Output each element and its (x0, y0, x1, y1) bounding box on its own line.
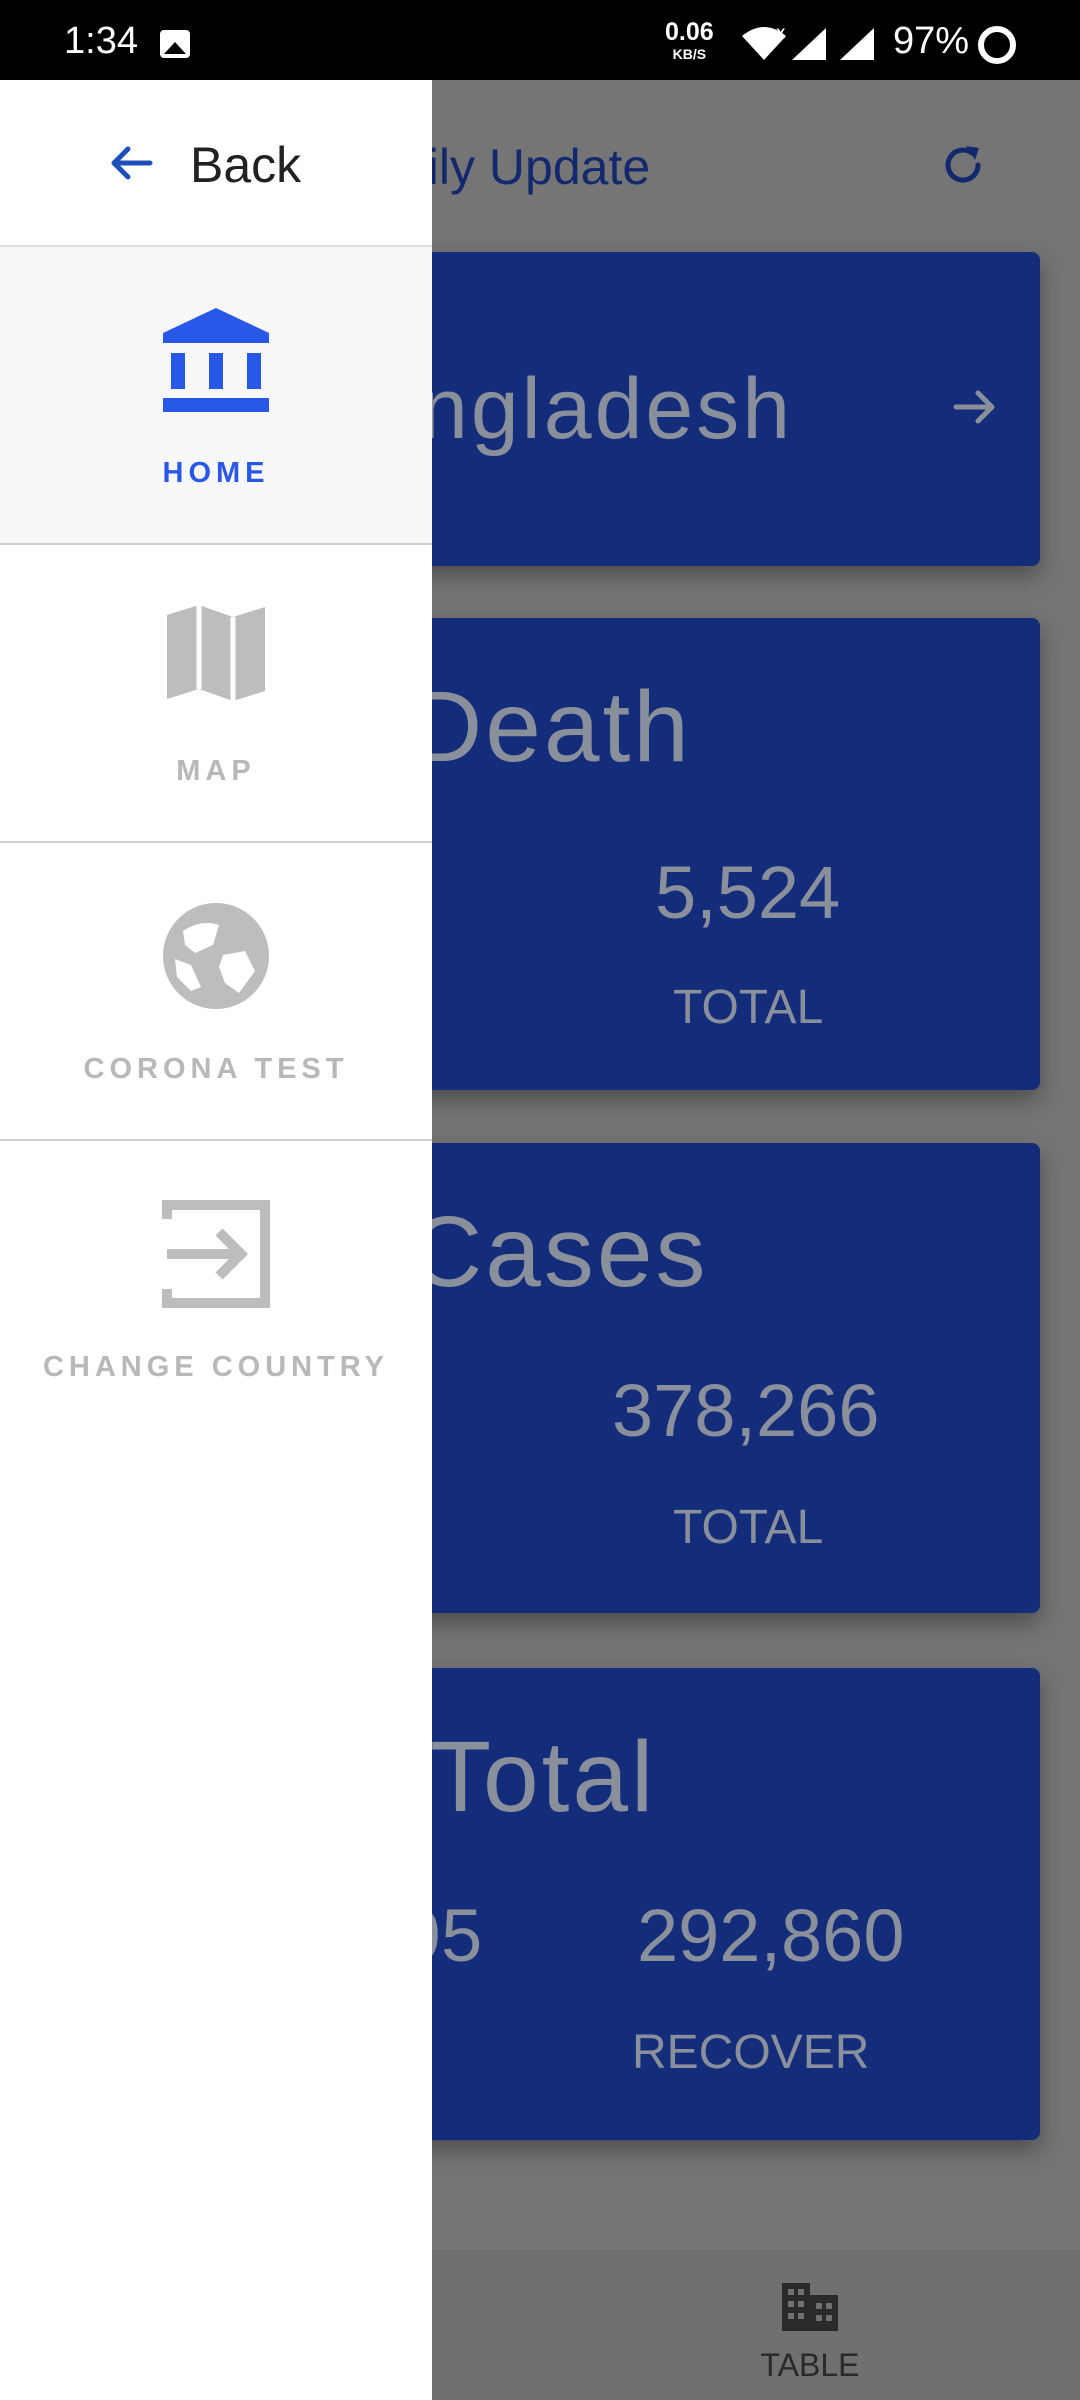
page-title: aily Update (400, 139, 651, 195)
battery-icon (978, 26, 1016, 64)
bottom-nav-table-label: TABLE (760, 2347, 860, 2383)
death-card: Death 5,524 TOTAL (380, 618, 1040, 1090)
refresh-icon[interactable] (938, 140, 988, 190)
arrow-left-icon (111, 146, 153, 180)
network-speed-value: 0.06 (665, 18, 714, 46)
death-heading: Death (410, 671, 692, 783)
status-bar: 1:34 0.06 KB/S X 97% (0, 0, 1080, 80)
bank-icon (163, 308, 269, 412)
recover-label: RECOVER (632, 2026, 870, 2079)
status-time: 1:34 (64, 20, 138, 62)
death-total-label: TOTAL (673, 981, 824, 1034)
network-mark: X (776, 26, 786, 41)
exit-icon (162, 1200, 270, 1308)
nav-item-home[interactable]: HOME (0, 247, 432, 545)
bottom-nav-table[interactable]: TABLE (745, 2281, 875, 2384)
globe-icon (163, 903, 269, 1009)
total-card: Total 95 292,860 RECOVER (380, 1668, 1040, 2140)
country-card[interactable]: ngladesh (380, 252, 1040, 566)
nav-item-map[interactable]: MAP (0, 545, 432, 843)
signal-icon (792, 28, 826, 60)
death-total-value: 5,524 (655, 851, 841, 934)
nav-item-label: HOME (162, 457, 270, 489)
back-label: Back (190, 137, 302, 193)
signal-icon-secondary (840, 28, 874, 60)
nav-item-change-country[interactable]: CHANGE COUNTRY (0, 1141, 432, 1439)
nav-item-label: CORONA TEST (83, 1053, 349, 1085)
drawer-back-button[interactable]: Back (0, 80, 432, 247)
total-heading: Total (430, 1721, 657, 1833)
arrow-right-icon (953, 390, 995, 424)
nav-item-label: CHANGE COUNTRY (42, 1351, 390, 1383)
country-name: ngladesh (420, 361, 794, 457)
network-speed-unit: KB/S (672, 46, 707, 62)
recover-value: 292,860 (637, 1894, 905, 1977)
nav-item-corona-test[interactable]: CORONA TEST (0, 843, 432, 1141)
cases-heading: Cases (410, 1196, 709, 1308)
cases-total-label: TOTAL (673, 1501, 824, 1554)
image-notification-icon (160, 30, 190, 58)
battery-percent: 97% (893, 20, 970, 62)
building-icon (782, 2283, 838, 2331)
navigation-drawer: Back HOME MAP CORONA TEST CHANGE COUNTRY (0, 80, 432, 2400)
map-icon (167, 605, 265, 701)
cases-card: Cases 378,266 TOTAL (380, 1143, 1040, 1613)
cases-total-value: 378,266 (612, 1369, 880, 1452)
network-speed: 0.06 KB/S (665, 18, 714, 62)
wifi-icon: X (742, 26, 786, 60)
nav-item-label: MAP (176, 755, 256, 787)
